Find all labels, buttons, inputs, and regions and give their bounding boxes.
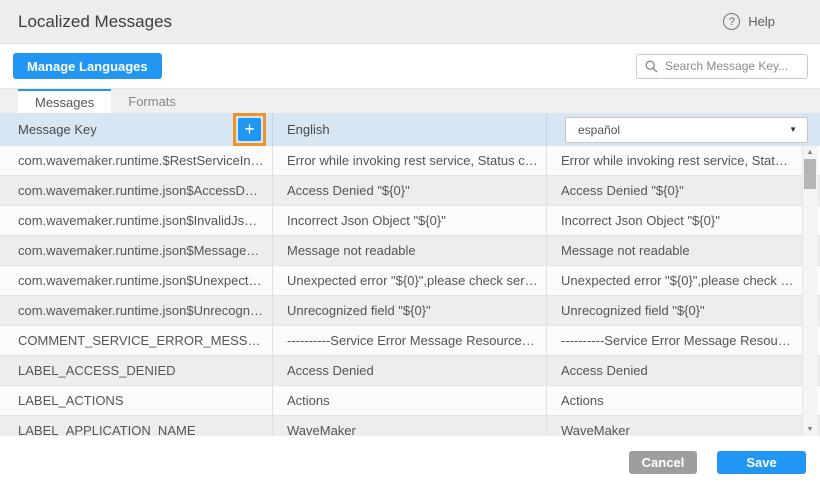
cell-english[interactable]: Access Denied <box>273 356 547 385</box>
cell-message-key[interactable]: com.wavemaker.runtime.json$InvalidJson… <box>0 206 273 235</box>
cell-espanol[interactable]: Access Denied "${0}" <box>547 176 820 205</box>
column-header-message-key-cell: Message Key + <box>0 113 273 146</box>
chevron-down-icon: ▼ <box>789 125 797 134</box>
column-header-message-key: Message Key <box>18 122 97 137</box>
cell-espanol[interactable]: Incorrect Json Object "${0}" <box>547 206 820 235</box>
cell-message-key[interactable]: com.wavemaker.runtime.json$Unrecogniz… <box>0 296 273 325</box>
cell-message-key[interactable]: com.wavemaker.runtime.$RestServiceInv… <box>0 146 273 175</box>
toolbar: Manage Languages <box>0 44 820 88</box>
tab-formats[interactable]: Formats <box>111 89 193 113</box>
table-row[interactable]: LABEL_APPLICATION_NAME WaveMaker WaveMak… <box>0 416 820 436</box>
vertical-scrollbar[interactable]: ▲ ▼ <box>802 146 817 436</box>
table-row[interactable]: com.wavemaker.runtime.$RestServiceInv… E… <box>0 146 820 176</box>
table-row[interactable]: com.wavemaker.runtime.json$Unexpecte… Un… <box>0 266 820 296</box>
cell-message-key[interactable]: com.wavemaker.runtime.json$Unexpecte… <box>0 266 273 295</box>
grid-body: com.wavemaker.runtime.$RestServiceInv… E… <box>0 146 820 436</box>
plus-icon: + <box>244 119 255 139</box>
help-button[interactable]: ? Help <box>723 13 775 30</box>
cell-espanol[interactable]: ----------Service Error Message Resource… <box>547 326 820 355</box>
cell-english[interactable]: Error while invoking rest service, Statu… <box>273 146 547 175</box>
add-message-button[interactable]: + <box>238 118 261 141</box>
column-header-english-cell: English <box>273 113 547 146</box>
cell-espanol[interactable]: Unrecognized field "${0}" <box>547 296 820 325</box>
localized-messages-dialog: Localized Messages ? Help Manage Languag… <box>0 0 820 490</box>
cell-message-key[interactable]: COMMENT_SERVICE_ERROR_MESSAGES <box>0 326 273 355</box>
cell-message-key[interactable]: com.wavemaker.runtime.json$MessageN… <box>0 236 273 265</box>
cell-espanol[interactable]: Access Denied <box>547 356 820 385</box>
titlebar: Localized Messages ? Help <box>0 0 820 44</box>
table-row[interactable]: COMMENT_SERVICE_ERROR_MESSAGES ---------… <box>0 326 820 356</box>
page-title: Localized Messages <box>18 12 172 32</box>
cell-english[interactable]: Unexpected error "${0}",please check ser… <box>273 266 547 295</box>
cell-english[interactable]: Unrecognized field "${0}" <box>273 296 547 325</box>
tabbar: Messages Formats <box>0 88 820 113</box>
help-label: Help <box>748 14 775 29</box>
column-header-language-cell: español ▼ <box>547 113 820 146</box>
cell-message-key[interactable]: LABEL_ACCESS_DENIED <box>0 356 273 385</box>
table-row[interactable]: com.wavemaker.runtime.json$Unrecogniz… U… <box>0 296 820 326</box>
table-row[interactable]: com.wavemaker.runtime.json$MessageN… Mes… <box>0 236 820 266</box>
cell-espanol[interactable]: Message not readable <box>547 236 820 265</box>
table-row[interactable]: LABEL_ACCESS_DENIED Access Denied Access… <box>0 356 820 386</box>
grid-body-viewport: com.wavemaker.runtime.$RestServiceInv… E… <box>0 146 820 436</box>
cell-espanol[interactable]: Actions <box>547 386 820 415</box>
search-box <box>636 54 808 79</box>
grid-header: Message Key + English español ▼ <box>0 113 820 146</box>
search-icon <box>645 60 658 78</box>
cell-english[interactable]: Actions <box>273 386 547 415</box>
table-row[interactable]: com.wavemaker.runtime.json$InvalidJson… … <box>0 206 820 236</box>
manage-languages-button[interactable]: Manage Languages <box>13 53 162 79</box>
cell-espanol[interactable]: Unexpected error "${0}",please check se… <box>547 266 820 295</box>
cell-espanol[interactable]: WaveMaker <box>547 416 820 436</box>
cell-espanol[interactable]: Error while invoking rest service, Statu… <box>547 146 820 175</box>
cell-english[interactable]: Access Denied "${0}" <box>273 176 547 205</box>
table-row[interactable]: com.wavemaker.runtime.json$AccessDen… Ac… <box>0 176 820 206</box>
scroll-down-icon[interactable]: ▼ <box>803 426 817 433</box>
cell-english[interactable]: Incorrect Json Object "${0}" <box>273 206 547 235</box>
language-select[interactable]: español ▼ <box>565 117 808 143</box>
scrollbar-thumb[interactable] <box>804 159 816 189</box>
footer: Cancel Save <box>0 436 820 490</box>
cell-message-key[interactable]: LABEL_APPLICATION_NAME <box>0 416 273 436</box>
cell-english[interactable]: WaveMaker <box>273 416 547 436</box>
cell-message-key[interactable]: com.wavemaker.runtime.json$AccessDen… <box>0 176 273 205</box>
language-select-value: español <box>578 123 620 137</box>
cancel-button[interactable]: Cancel <box>629 451 697 474</box>
table-row[interactable]: LABEL_ACTIONS Actions Actions <box>0 386 820 416</box>
tab-messages[interactable]: Messages <box>18 89 111 113</box>
cell-english[interactable]: ----------Service Error Message Resource… <box>273 326 547 355</box>
cell-message-key[interactable]: LABEL_ACTIONS <box>0 386 273 415</box>
save-button[interactable]: Save <box>717 451 806 474</box>
cell-english[interactable]: Message not readable <box>273 236 547 265</box>
scroll-up-icon[interactable]: ▲ <box>803 149 817 156</box>
help-icon: ? <box>723 13 740 30</box>
search-input[interactable] <box>636 54 808 79</box>
annotation-highlight: + <box>233 113 266 146</box>
column-header-english: English <box>287 122 330 137</box>
